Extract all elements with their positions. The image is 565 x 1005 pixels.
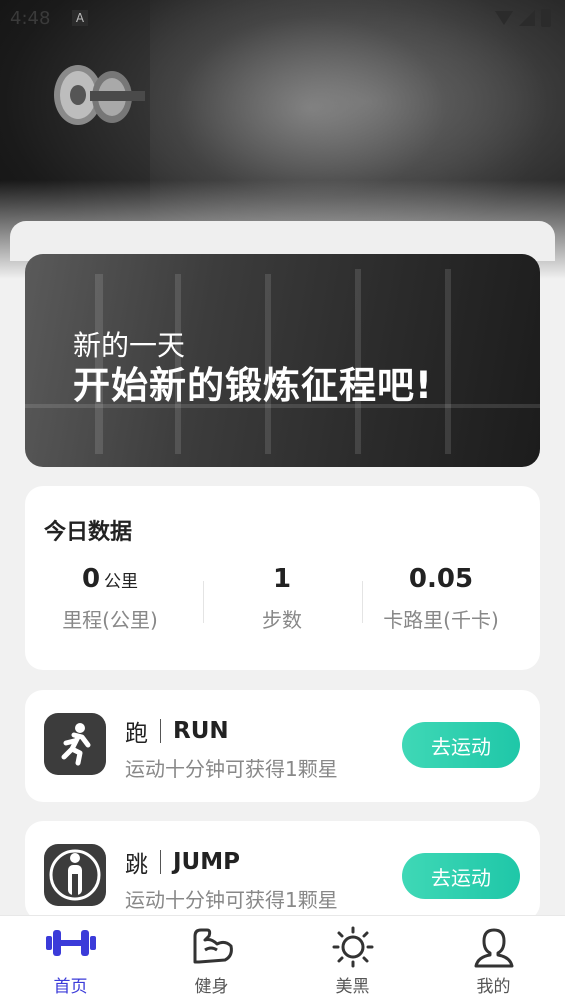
sun-icon [332, 926, 373, 968]
activity-title-zh: 跳 [125, 852, 148, 878]
stat-calories-label: 卡路里(千卡) [383, 608, 499, 632]
go-exercise-button[interactable]: 去运动 [402, 853, 520, 899]
wifi-icon [495, 11, 513, 25]
nav-item-mine[interactable]: 我的 [423, 916, 564, 1005]
nav-item-tanning[interactable]: 美黑 [282, 916, 423, 1005]
stat-calories: 0.05 卡路里(千卡) [356, 564, 526, 633]
activity-card-jump: 跳 JUMP 运动十分钟可获得1颗星 去运动 [25, 821, 540, 921]
nav-item-fitness[interactable]: 健身 [141, 916, 282, 1005]
running-icon [44, 713, 106, 775]
banner-title: 开始新的锻炼征程吧! [73, 364, 433, 407]
dumbbell-hero-icon [54, 65, 145, 125]
bottom-nav: 首页 健身 美黑 我的 [0, 915, 565, 1005]
stat-distance-label: 里程(公里) [62, 608, 158, 632]
notification-icon: A [72, 10, 88, 26]
nav-label-fitness: 健身 [194, 977, 229, 997]
user-icon [474, 928, 513, 968]
today-stats-card: 今日数据 0 公里 里程(公里) 1 步数 0.05 卡路里(千卡) [25, 486, 540, 670]
activity-card-run: 跑 RUN 运动十分钟可获得1颗星 去运动 [25, 690, 540, 802]
stat-calories-value: 0.05 [408, 564, 474, 594]
stat-steps-label: 步数 [262, 608, 302, 632]
activity-title-en: RUN [173, 718, 229, 744]
signal-icon [519, 10, 535, 26]
activity-title: 跑 RUN [125, 714, 229, 748]
activity-desc: 运动十分钟可获得1颗星 [125, 888, 338, 912]
activity-title-zh: 跑 [125, 721, 148, 747]
go-exercise-button[interactable]: 去运动 [402, 722, 520, 768]
stat-steps: 1 步数 [197, 564, 367, 633]
stat-steps-value: 1 [272, 564, 292, 594]
activity-title-en: JUMP [173, 849, 240, 875]
jump-rope-icon [44, 844, 106, 906]
nav-item-home[interactable]: 首页 [0, 916, 141, 1005]
stat-distance-value: 0 [81, 564, 101, 594]
dumbbell-icon [45, 930, 96, 956]
motivation-banner[interactable]: 新的一天 开始新的锻炼征程吧! [25, 254, 540, 467]
nav-label-home: 首页 [53, 977, 88, 997]
stat-distance-unit: 公里 [104, 572, 139, 592]
status-time: 4:48 [10, 8, 51, 29]
stat-distance: 0 公里 里程(公里) [25, 564, 195, 633]
stats-title: 今日数据 [44, 520, 133, 545]
nav-label-tanning: 美黑 [335, 977, 370, 997]
status-bar: 4:48 A [0, 0, 565, 36]
arm-muscle-icon [193, 928, 233, 964]
activity-desc: 运动十分钟可获得1颗星 [125, 757, 338, 781]
activity-title: 跳 JUMP [125, 845, 240, 879]
battery-icon [541, 9, 551, 27]
nav-label-mine: 我的 [476, 977, 511, 997]
